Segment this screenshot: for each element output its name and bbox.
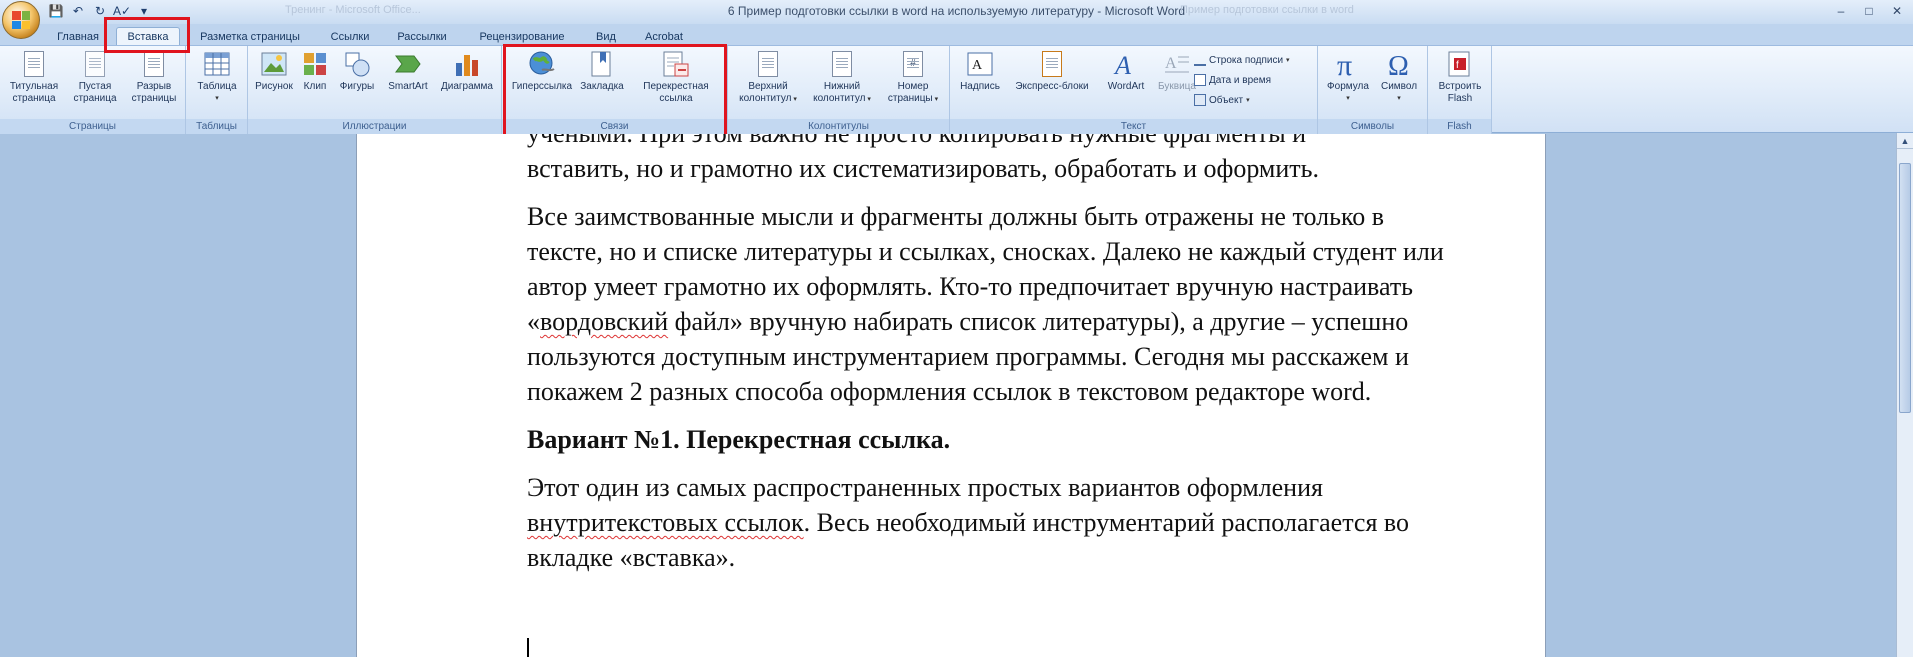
- group-header-footer: Верхний колонтитул ▾ Нижний колонтитул ▾…: [728, 46, 950, 134]
- flash-icon: f: [1448, 51, 1470, 77]
- background-window-title-2: Пример подготовки ссылки в word: [1180, 4, 1354, 16]
- misspelled-phrase: внутритекстовых ссылок: [527, 508, 804, 537]
- svg-text:A: A: [1113, 51, 1131, 78]
- wordart-button[interactable]: A WordArt: [1100, 49, 1152, 93]
- quick-parts-icon: [1042, 51, 1062, 77]
- page-break-button[interactable]: Разрыв страницы: [126, 49, 182, 105]
- insert-flash-button[interactable]: f Встроить Flash: [1432, 49, 1488, 105]
- window-title: 6 Пример подготовки ссылки в word на исп…: [727, 4, 1186, 18]
- group-flash: f Встроить Flash Flash: [1428, 46, 1492, 134]
- table-icon: [204, 52, 230, 76]
- tab-home[interactable]: Главная: [48, 27, 108, 46]
- group-illustrations: Рисунок Клип Фигуры SmartArt Диаграмма И…: [248, 46, 502, 134]
- pi-icon: π: [1337, 50, 1352, 78]
- calendar-icon: [1194, 74, 1206, 86]
- text-cursor: [527, 638, 529, 657]
- vertical-scrollbar[interactable]: ▲: [1896, 133, 1913, 657]
- page-number-icon: #: [903, 51, 923, 77]
- chart-icon: [456, 55, 478, 76]
- paragraph-2: Все заимствованные мысли и фрагменты дол…: [527, 202, 1444, 406]
- blank-page-button[interactable]: Пустая страница: [68, 49, 122, 105]
- group-label-tables: Таблицы: [186, 119, 247, 134]
- quick-parts-button[interactable]: Экспресс-блоки: [1006, 49, 1098, 93]
- group-text: A Надпись Экспресс-блоки A WordArt A Бук…: [950, 46, 1318, 134]
- table-button[interactable]: Таблица ▾: [190, 49, 244, 105]
- group-symbols: π Формула ▾ Ω Символ ▾ Символы: [1318, 46, 1428, 134]
- svg-text:A: A: [1165, 55, 1177, 72]
- blank-page-icon: [85, 51, 105, 77]
- ribbon: Титульная страница Пустая страница Разры…: [0, 45, 1913, 134]
- misspelled-word: вордовский: [540, 307, 669, 336]
- heading-variant-1: Вариант №1. Перекрестная ссылка.: [527, 425, 951, 454]
- svg-text:A: A: [972, 58, 983, 73]
- scrollbar-thumb[interactable]: [1899, 163, 1911, 413]
- group-label-flash: Flash: [1428, 119, 1491, 134]
- page-break-icon: [144, 51, 164, 77]
- tab-references[interactable]: Ссылки: [322, 27, 378, 46]
- undo-icon[interactable]: ↶: [70, 3, 86, 19]
- close-button[interactable]: ✕: [1885, 2, 1909, 20]
- ribbon-tabs: Главная Вставка Разметка страницы Ссылки…: [0, 24, 1913, 46]
- svg-text:π: π: [1337, 50, 1352, 78]
- maximize-button[interactable]: □: [1857, 2, 1881, 20]
- minimize-button[interactable]: –: [1829, 2, 1853, 20]
- highlight-insert-tab: [104, 17, 190, 53]
- save-icon[interactable]: 💾: [48, 3, 64, 19]
- office-button[interactable]: [2, 1, 40, 39]
- header-icon: [758, 51, 778, 77]
- cover-page-button[interactable]: Титульная страница: [4, 49, 64, 105]
- paragraph-3: Этот один из самых распространенных прос…: [527, 473, 1410, 572]
- object-button[interactable]: Объект ▾: [1194, 94, 1250, 106]
- group-tables: Таблица ▾ Таблицы: [186, 46, 248, 134]
- svg-text:Ω: Ω: [1388, 51, 1409, 78]
- smartart-button[interactable]: SmartArt: [382, 49, 434, 93]
- wordart-icon: A: [1113, 51, 1131, 78]
- group-label-symbols: Символы: [1318, 119, 1427, 134]
- group-label-text: Текст: [950, 119, 1317, 134]
- page-number-button[interactable]: # Номер страницы ▾: [880, 49, 946, 106]
- paragraph-1: учеными. При этом важно не просто копиро…: [527, 134, 1320, 183]
- shapes-button[interactable]: Фигуры: [334, 49, 380, 93]
- footer-button[interactable]: Нижний колонтитул ▾: [806, 49, 878, 106]
- header-button[interactable]: Верхний колонтитул ▾: [732, 49, 804, 106]
- tab-mailings[interactable]: Рассылки: [388, 27, 456, 46]
- picture-icon: [261, 52, 287, 76]
- shapes-icon: [345, 52, 370, 77]
- clip-art-button[interactable]: Клип: [298, 49, 332, 93]
- group-label-header-footer: Колонтитулы: [728, 119, 949, 134]
- tab-page-layout[interactable]: Разметка страницы: [190, 27, 310, 46]
- object-icon: [1194, 94, 1206, 106]
- date-time-button[interactable]: Дата и время: [1194, 74, 1271, 86]
- text-box-button[interactable]: A Надпись: [956, 49, 1004, 93]
- drop-cap-icon: A: [1165, 55, 1189, 73]
- signature-line-button[interactable]: Строка подписи ▾: [1194, 54, 1290, 66]
- text-box-icon: A: [967, 52, 993, 76]
- group-label-pages: Страницы: [0, 119, 185, 134]
- smartart-icon: [395, 55, 421, 73]
- symbol-button[interactable]: Ω Символ ▾: [1374, 49, 1424, 105]
- signature-line-icon: [1194, 54, 1206, 66]
- group-pages: Титульная страница Пустая страница Разры…: [0, 46, 186, 134]
- picture-button[interactable]: Рисунок: [252, 49, 296, 93]
- document-text[interactable]: учеными. При этом важно не просто копиро…: [527, 134, 1457, 588]
- window-controls: – □ ✕: [1829, 2, 1909, 20]
- title-bar: Тренинг - Microsoft Office... 6 Пример п…: [0, 0, 1913, 24]
- highlight-links-group: [503, 44, 727, 138]
- footer-icon: [832, 51, 852, 77]
- clip-art-icon: [304, 53, 326, 75]
- omega-icon: Ω: [1388, 51, 1409, 78]
- equation-button[interactable]: π Формула ▾: [1322, 49, 1374, 105]
- cover-page-icon: [24, 51, 44, 77]
- document-area: учеными. При этом важно не просто копиро…: [0, 134, 1913, 657]
- scroll-up-icon[interactable]: ▲: [1897, 133, 1913, 149]
- office-logo-icon: [12, 11, 30, 29]
- svg-text:f: f: [1456, 60, 1459, 71]
- document-page[interactable]: учеными. При этом важно не просто копиро…: [356, 134, 1546, 657]
- chart-button[interactable]: Диаграмма: [436, 49, 498, 93]
- group-label-illustrations: Иллюстрации: [248, 119, 501, 134]
